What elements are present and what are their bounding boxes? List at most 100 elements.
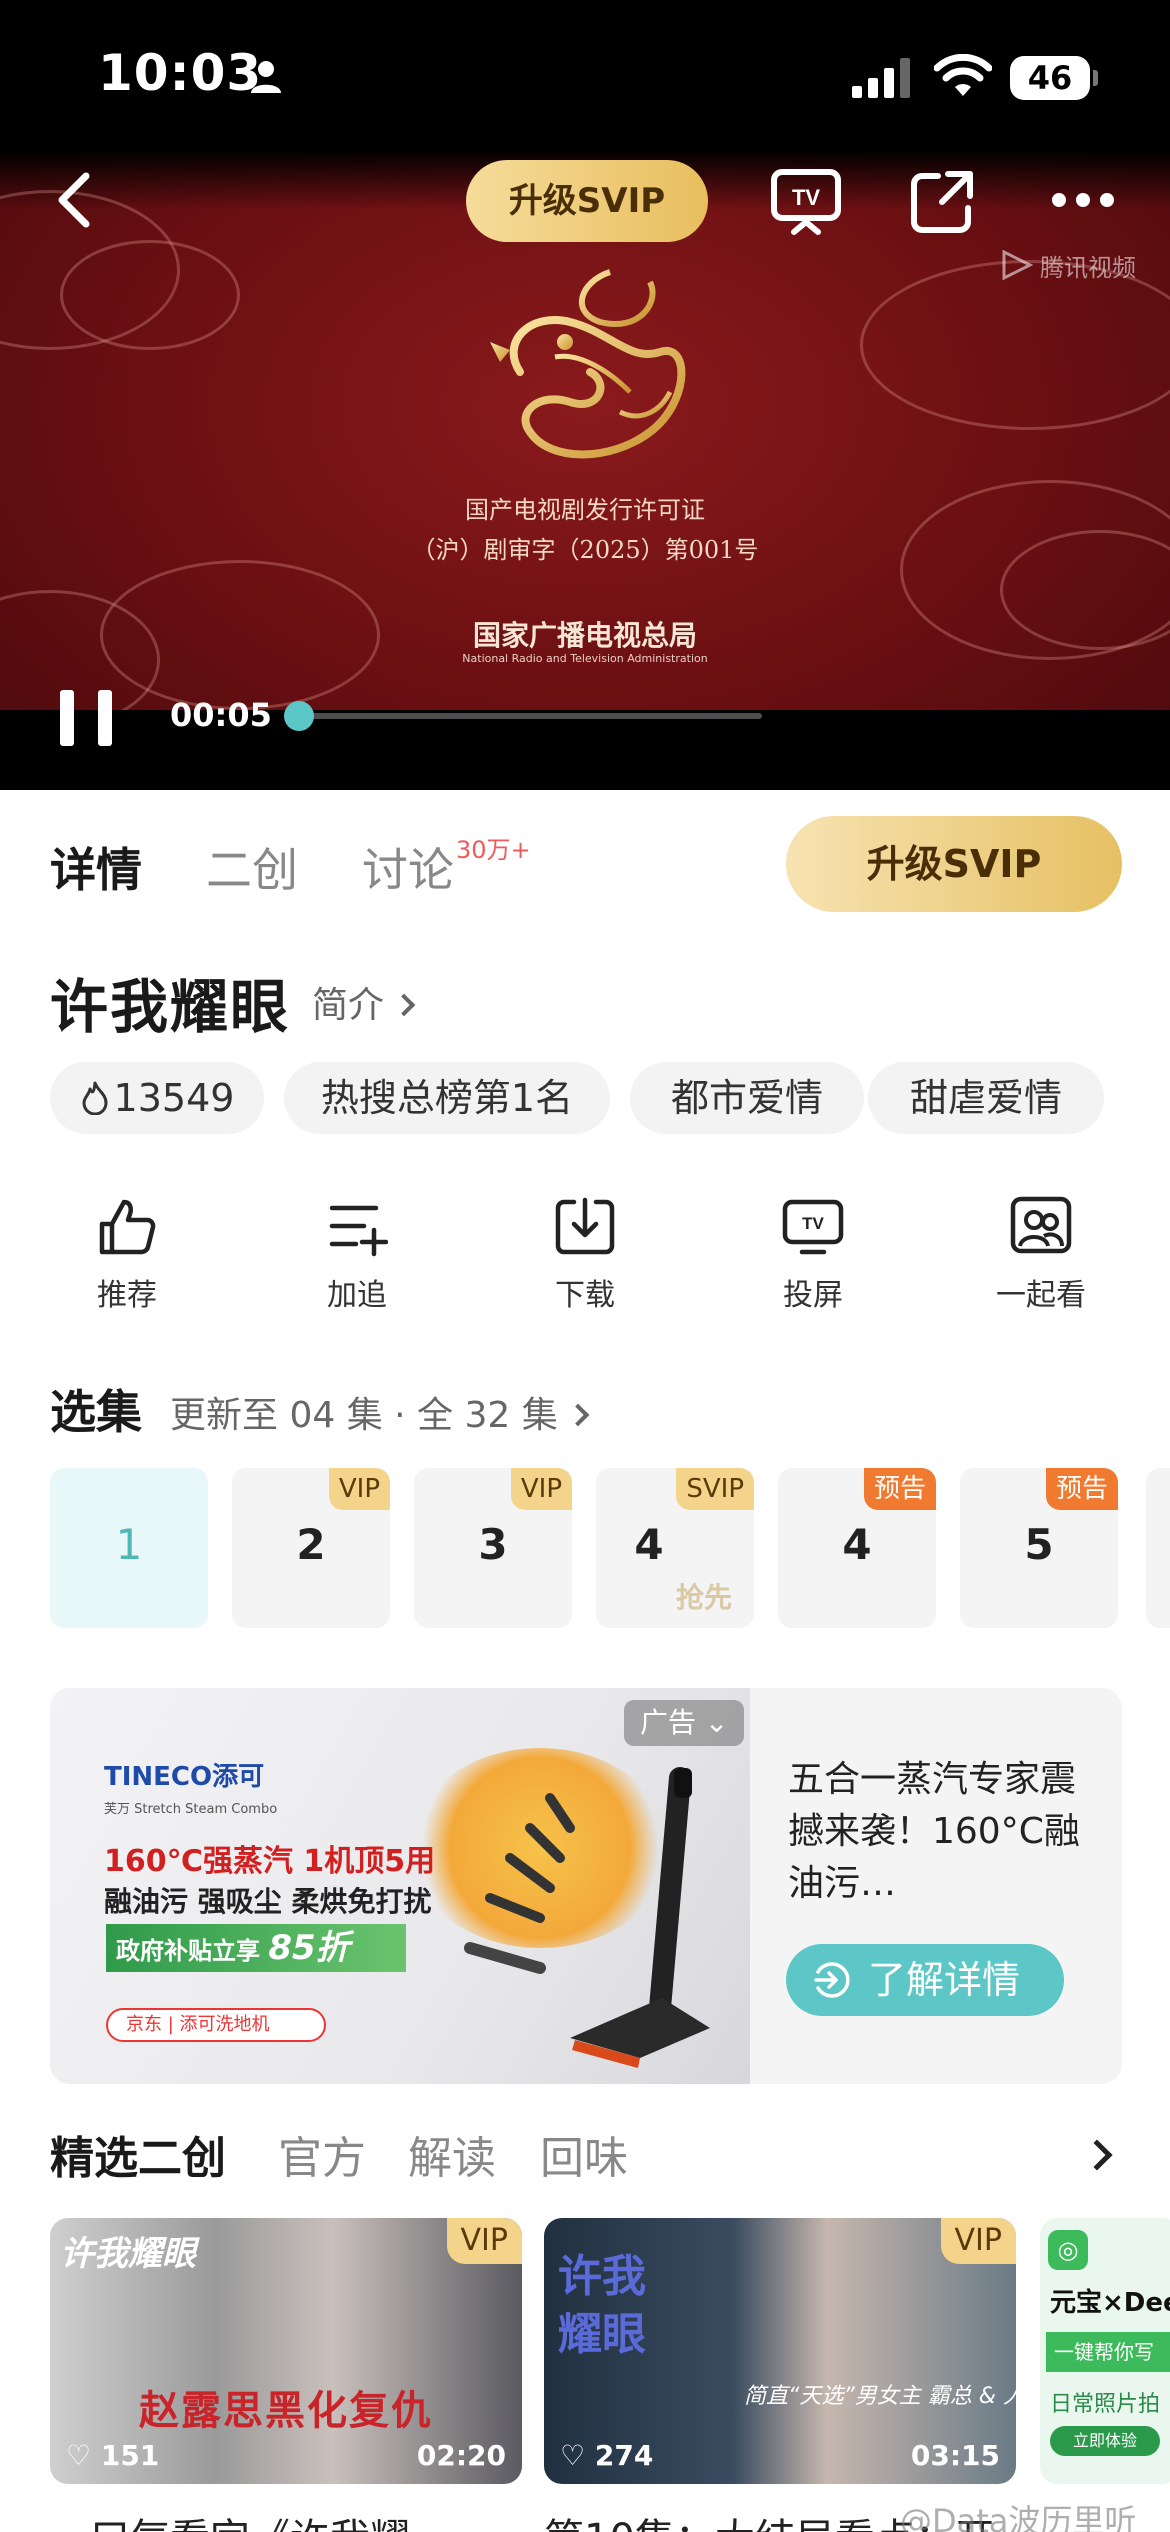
episode-tile[interactable]: SVIP 4 抢先 [596, 1468, 754, 1628]
tab-recap[interactable]: 回味 [540, 2122, 628, 2186]
chevron-right-icon [566, 1403, 590, 1427]
episode-number: 2 [296, 1520, 326, 1569]
watch-together-label: 一起看 [996, 1278, 1086, 1313]
ad-label-text: 广告 [640, 1706, 697, 1739]
heart-icon: ♡ [66, 2439, 92, 2472]
pause-icon [60, 690, 74, 746]
progress-knob[interactable] [283, 701, 314, 731]
more-options-icon[interactable] [1050, 188, 1116, 212]
ad-subsidy-banner: 政府补贴立享 85折 [106, 1924, 406, 1972]
card-art-title: 许我耀眼 [558, 2251, 646, 2360]
follow-button[interactable]: 加追 [292, 1196, 422, 1314]
vip-badge: VIP [328, 1468, 390, 1510]
status-bar: 10:03 46 [0, 0, 1170, 150]
card-promo-title: 元宝×Dee [1050, 2288, 1170, 2318]
download-button[interactable]: 下载 [520, 1196, 650, 1314]
ad-subsidy-text: 政府补贴立享 [116, 1937, 260, 1965]
episode-tile[interactable]: VIP 3 [414, 1468, 572, 1628]
tab-official[interactable]: 官方 [278, 2122, 366, 2186]
episode-tile[interactable]: 1 [50, 1468, 208, 1628]
pause-button[interactable] [60, 690, 114, 746]
license-number: （沪）剧审字（2025）第001号 [411, 536, 759, 564]
episode-tile[interactable]: 预告 5 [960, 1468, 1118, 1628]
recommend-button[interactable]: 推荐 [62, 1196, 192, 1314]
card-promo-button: 立即体验 [1050, 2426, 1160, 2456]
episode-number: 4 [842, 1520, 872, 1569]
watch-together-button[interactable]: 一起看 [976, 1196, 1106, 1314]
back-arrow-icon[interactable] [50, 170, 100, 230]
progress-bar[interactable] [283, 701, 762, 731]
ad-cta-button[interactable]: 了解详情 [786, 1944, 1064, 2016]
upgrade-svip-button-top[interactable]: 升级SVIP [466, 160, 708, 242]
nrta-emblem [490, 269, 686, 459]
chevron-down-icon: ⌄ [704, 1706, 729, 1739]
share-icon[interactable] [908, 166, 978, 236]
video-card[interactable]: 许我耀眼 VIP 简直“天选”男女主 霸总 & 人宠 ♡ 274 03:15 [544, 2218, 1016, 2484]
episodes-subtitle: 更新至 04 集 · 全 32 集 [170, 1395, 558, 1436]
cast-label: 投屏 [783, 1278, 843, 1313]
tv-cast-icon: TV [782, 1199, 844, 1255]
episode-number: 5 [1024, 1520, 1054, 1569]
card-overlay-text: 赵露思黑化复仇 [139, 2388, 433, 2434]
upgrade-svip-button[interactable]: 升级SVIP [786, 816, 1122, 912]
cast-button[interactable]: TV 投屏 [748, 1196, 878, 1314]
yuanbao-logo-icon: ◎ [1048, 2230, 1088, 2270]
ad-image[interactable]: TINECO添可 芙万 Stretch Steam Combo 160℃强蒸汽 … [50, 1688, 750, 2084]
license-title: 国产电视剧发行许可证 [465, 496, 705, 524]
episode-number: 3 [478, 1520, 508, 1569]
card-likes: ♡ 151 [66, 2439, 159, 2472]
current-time: 00:05 [170, 696, 272, 734]
episodes-subtitle-link[interactable]: 更新至 04 集 · 全 32 集 [170, 1386, 590, 1438]
download-icon [555, 1197, 615, 1255]
vip-badge: VIP [446, 2218, 522, 2264]
episode-tile[interactable]: VIP 2 [232, 1468, 390, 1628]
wifi-icon [934, 54, 992, 96]
download-label: 下载 [555, 1278, 615, 1313]
tencent-video-logo-icon [1002, 250, 1034, 280]
tab-remix[interactable]: 二创 [206, 834, 298, 900]
ad-subsidy-discount: 85折 [268, 1928, 350, 1968]
episode-tile-peek[interactable] [1146, 1468, 1170, 1628]
tab-details[interactable]: 详情 [50, 834, 142, 900]
tv-cast-icon[interactable]: TV [770, 168, 842, 236]
early-access-label: 抢先 [676, 1581, 733, 1614]
ad-store-pill: 京东 | 添可洗地机 [106, 2008, 326, 2042]
episodes-title: 选集 [50, 1385, 142, 1439]
video-card[interactable]: ◎ 元宝×Dee 一键帮你写 日常照片拍 立即体验 [1040, 2218, 1170, 2484]
vip-badge: VIP [510, 1468, 572, 1510]
rank-tag[interactable]: 热搜总榜第1名 [284, 1062, 610, 1134]
card-promo-banner: 一键帮你写 [1046, 2332, 1170, 2372]
tab-discussion[interactable]: 讨论 [362, 834, 454, 900]
heat-tag[interactable]: 13549 [50, 1062, 264, 1134]
card-likes: ♡ 274 [560, 2439, 653, 2472]
authority-name: 国家广播电视总局 [472, 619, 697, 652]
genre-tag[interactable]: 甜虐爱情 [868, 1062, 1104, 1134]
intro-link[interactable]: 简介 [312, 976, 416, 1028]
episode-number: 1 [115, 1520, 143, 1569]
cloud-decoration [60, 240, 240, 350]
chevron-right-icon [392, 993, 416, 1017]
vip-badge: VIP [940, 2218, 1016, 2264]
card-duration: 02:20 [416, 2439, 506, 2472]
person-icon [251, 61, 281, 93]
card-likes-value: 274 [594, 2439, 654, 2472]
ad-brand: TINECO添可 [104, 1762, 265, 1792]
svg-text:TV: TV [802, 1214, 824, 1233]
tab-featured-remix[interactable]: 精选二创 [50, 2122, 226, 2186]
discussion-count-badge: 30万+ [456, 836, 531, 864]
preview-badge: 预告 [1045, 1468, 1118, 1510]
ad-banner[interactable]: TINECO添可 芙万 Stretch Steam Combo 160℃强蒸汽 … [50, 1688, 1122, 2084]
episode-tile[interactable]: 预告 4 [778, 1468, 936, 1628]
card-caption[interactable]: 一口气看完《许我耀 [50, 2506, 410, 2532]
battery-indicator: 46 [1010, 56, 1098, 100]
video-card[interactable]: 许我耀眼 VIP 赵露思黑化复仇 ♡ 151 02:20 [50, 2218, 522, 2484]
chevron-right-icon[interactable] [1081, 2139, 1113, 2171]
status-time: 10:03 [98, 44, 263, 102]
cloud-decoration [860, 260, 1170, 430]
genre-tag[interactable]: 都市爱情 [630, 1062, 864, 1134]
arrow-circle-icon [814, 1962, 850, 1998]
ad-label[interactable]: 广告 ⌄ [624, 1700, 745, 1746]
tencent-video-watermark: 腾讯视频 [1040, 254, 1136, 282]
tab-analysis[interactable]: 解读 [408, 2122, 496, 2186]
card-likes-value: 151 [100, 2439, 160, 2472]
